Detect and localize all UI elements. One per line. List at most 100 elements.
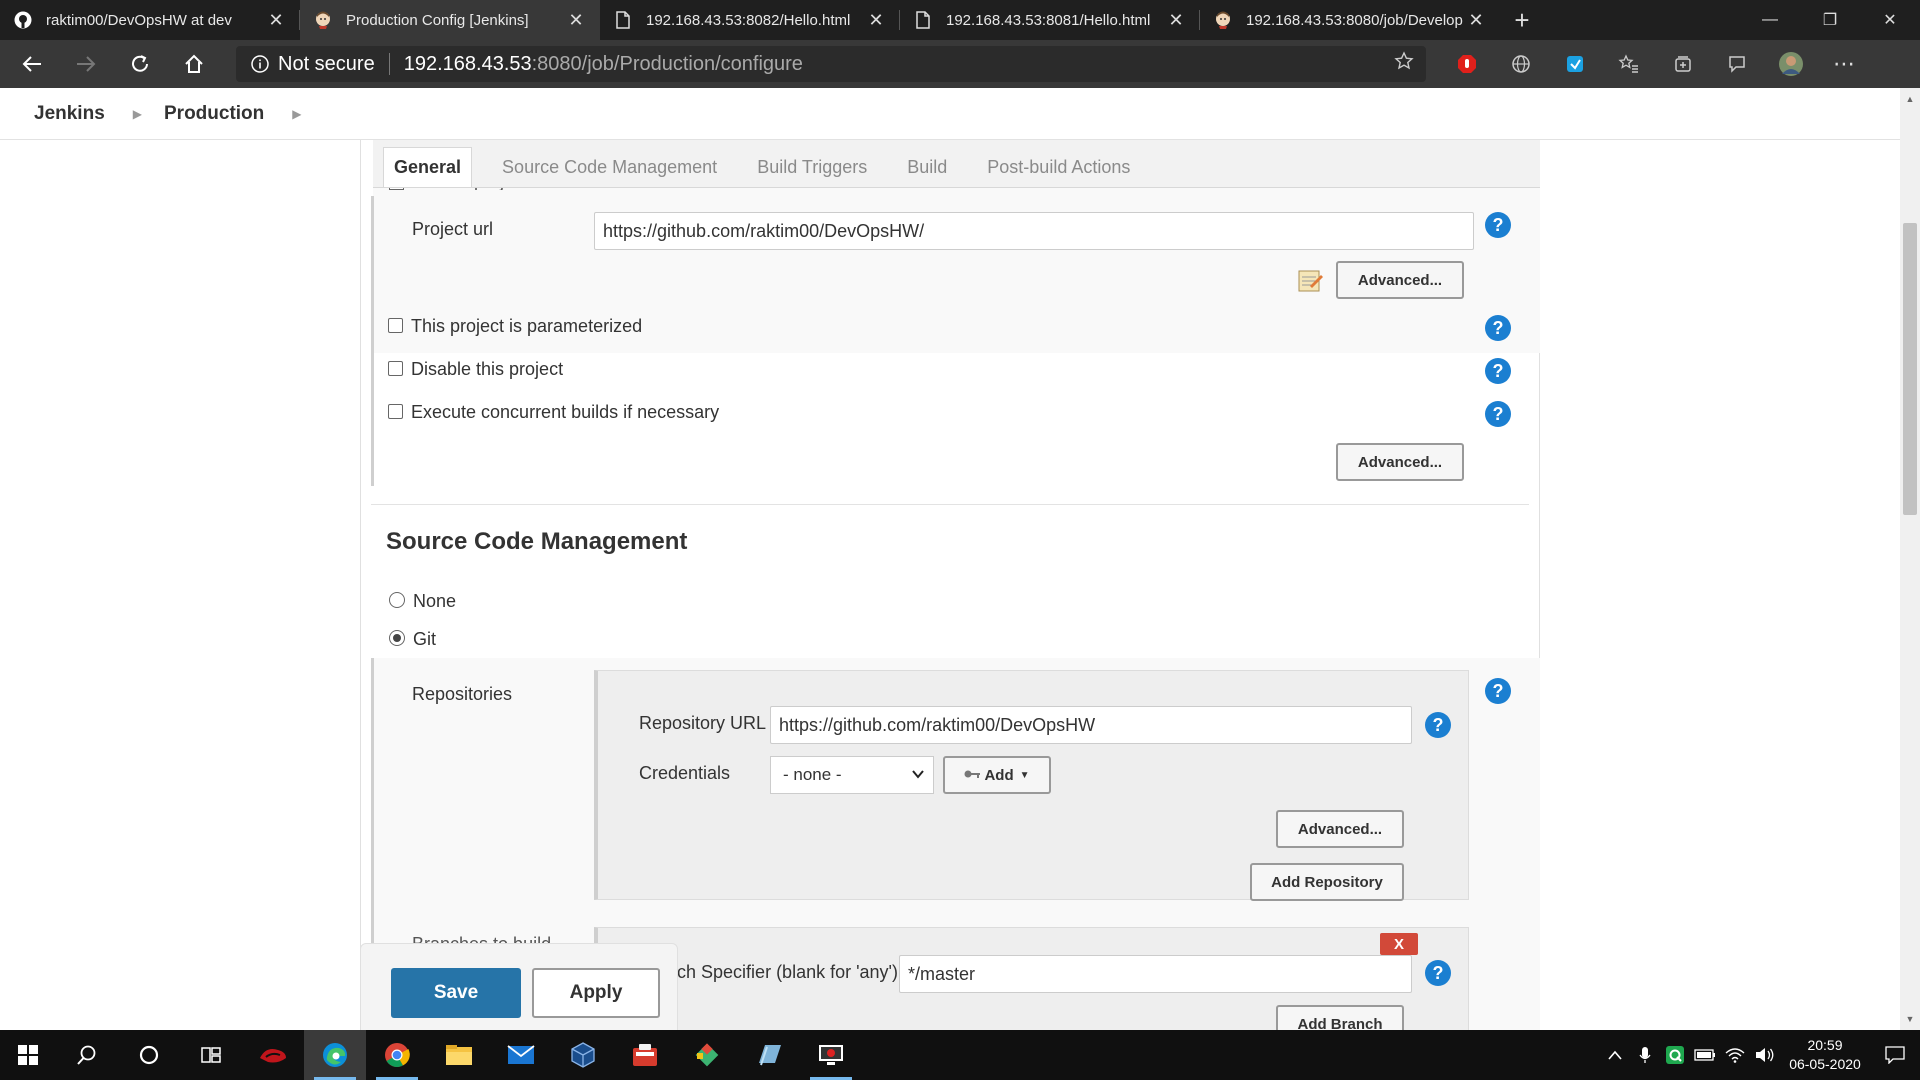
repository-url-input[interactable]: https://github.com/raktim00/DevOpsHW bbox=[770, 706, 1412, 744]
tab-post-build-actions[interactable]: Post-build Actions bbox=[967, 147, 1150, 187]
scm-git-radio[interactable] bbox=[389, 630, 405, 646]
game-app-icon[interactable] bbox=[242, 1030, 304, 1080]
breadcrumb-separator-icon[interactable]: ▶ bbox=[292, 107, 301, 121]
help-icon[interactable]: ? bbox=[1485, 358, 1511, 384]
credentials-select[interactable]: - none - bbox=[770, 756, 934, 794]
search-icon[interactable] bbox=[56, 1030, 118, 1080]
restore-icon[interactable]: ❐ bbox=[1800, 0, 1860, 40]
parameterized-checkbox[interactable] bbox=[388, 318, 403, 333]
chrome-icon[interactable] bbox=[366, 1030, 428, 1080]
notepad-icon[interactable] bbox=[1296, 266, 1324, 294]
close-icon[interactable]: ✕ bbox=[1166, 10, 1186, 31]
security-indicator[interactable]: Not secure bbox=[250, 53, 375, 76]
browser-tab-hello-8081[interactable]: 192.168.43.53:8081/Hello.html ✕ bbox=[900, 0, 1200, 40]
disable-project-checkbox[interactable] bbox=[388, 361, 403, 376]
breadcrumb-separator-icon[interactable]: ▶ bbox=[133, 107, 142, 121]
add-repository-button[interactable]: Add Repository bbox=[1250, 863, 1404, 901]
microphone-icon[interactable] bbox=[1630, 1046, 1660, 1064]
extension-icons: ⋯ bbox=[1440, 44, 1872, 84]
favorites-icon[interactable] bbox=[1602, 44, 1656, 84]
notifications-icon[interactable] bbox=[1870, 1046, 1920, 1064]
concurrent-builds-label[interactable]: Execute concurrent builds if necessary bbox=[411, 402, 719, 423]
project-url-input[interactable]: https://github.com/raktim00/DevOpsHW/ bbox=[594, 212, 1474, 250]
save-button[interactable]: Save bbox=[391, 968, 521, 1018]
close-window-icon[interactable]: ✕ bbox=[1860, 0, 1920, 40]
wifi-icon[interactable] bbox=[1720, 1047, 1750, 1063]
help-icon[interactable]: ? bbox=[1485, 401, 1511, 427]
globe-icon[interactable] bbox=[1494, 44, 1548, 84]
security-label: Not secure bbox=[278, 52, 375, 75]
scroll-up-icon[interactable]: ▲ bbox=[1900, 90, 1920, 108]
battery-icon[interactable] bbox=[1690, 1049, 1720, 1061]
breadcrumb: Jenkins ▶ Production ▶ bbox=[0, 88, 1900, 140]
feedback-icon[interactable] bbox=[1710, 44, 1764, 84]
collections-icon[interactable] bbox=[1656, 44, 1710, 84]
edge-browser-icon[interactable] bbox=[304, 1030, 366, 1080]
add-credentials-button[interactable]: Add ▼ bbox=[943, 756, 1051, 794]
git-icon[interactable] bbox=[676, 1030, 738, 1080]
scm-git-label[interactable]: Git bbox=[413, 629, 436, 650]
apply-button[interactable]: Apply bbox=[532, 968, 660, 1018]
file-explorer-icon[interactable] bbox=[428, 1030, 490, 1080]
tab-title: raktim00/DevOpsHW at dev bbox=[46, 11, 232, 29]
more-options-icon[interactable]: ⋯ bbox=[1818, 44, 1872, 84]
close-icon[interactable]: ✕ bbox=[266, 10, 286, 31]
add-branch-button[interactable]: Add Branch bbox=[1276, 1005, 1404, 1030]
advanced-button[interactable]: Advanced... bbox=[1336, 261, 1464, 299]
translate-extension-icon[interactable] bbox=[1548, 44, 1602, 84]
branch-specifier-input[interactable]: */master bbox=[899, 955, 1412, 993]
adblock-icon[interactable] bbox=[1440, 44, 1494, 84]
close-icon[interactable]: ✕ bbox=[566, 10, 586, 31]
scroll-down-icon[interactable]: ▼ bbox=[1900, 1010, 1920, 1028]
breadcrumb-production[interactable]: Production bbox=[164, 103, 264, 125]
window-controls: — ❐ ✕ bbox=[1740, 0, 1920, 40]
breadcrumb-jenkins[interactable]: Jenkins bbox=[34, 103, 105, 125]
tab-source-code-management[interactable]: Source Code Management bbox=[482, 147, 737, 187]
back-button[interactable] bbox=[10, 44, 54, 84]
help-icon[interactable]: ? bbox=[1485, 678, 1511, 704]
tab-build-triggers[interactable]: Build Triggers bbox=[737, 147, 887, 187]
scrollbar-thumb[interactable] bbox=[1903, 223, 1917, 515]
minimize-icon[interactable]: — bbox=[1740, 0, 1800, 40]
start-button[interactable] bbox=[0, 1030, 56, 1080]
quick-heal-icon[interactable] bbox=[1660, 1046, 1690, 1064]
address-bar[interactable]: Not secure 192.168.43.53:8080/job/Produc… bbox=[236, 46, 1426, 82]
advanced-button[interactable]: Advanced... bbox=[1336, 443, 1464, 481]
help-icon[interactable]: ? bbox=[1485, 315, 1511, 341]
close-icon[interactable]: ✕ bbox=[866, 10, 886, 31]
browser-tab-hello-8082[interactable]: 192.168.43.53:8082/Hello.html ✕ bbox=[600, 0, 900, 40]
home-button[interactable] bbox=[172, 44, 216, 84]
cortana-icon[interactable] bbox=[118, 1030, 180, 1080]
tab-build[interactable]: Build bbox=[887, 147, 967, 187]
new-tab-button[interactable]: + bbox=[1500, 0, 1544, 40]
jenkins-app-icon[interactable] bbox=[614, 1030, 676, 1080]
scm-none-radio[interactable] bbox=[389, 592, 405, 608]
refresh-button[interactable] bbox=[118, 44, 162, 84]
clock[interactable]: 20:59 06-05-2020 bbox=[1780, 1036, 1870, 1074]
notes-app-icon[interactable] bbox=[738, 1030, 800, 1080]
close-icon[interactable]: ✕ bbox=[1466, 10, 1486, 31]
virtualbox-icon[interactable] bbox=[552, 1030, 614, 1080]
browser-tab-jenkins-develop[interactable]: 192.168.43.53:8080/job/Develop ✕ bbox=[1200, 0, 1500, 40]
remote-desktop-icon[interactable] bbox=[800, 1030, 862, 1080]
forward-button[interactable] bbox=[64, 44, 108, 84]
avatar[interactable] bbox=[1764, 44, 1818, 84]
page-scrollbar[interactable]: ▲ ▼ bbox=[1900, 88, 1920, 1030]
concurrent-builds-checkbox[interactable] bbox=[388, 404, 403, 419]
delete-branch-button[interactable]: X bbox=[1380, 933, 1418, 955]
advanced-button[interactable]: Advanced... bbox=[1276, 810, 1404, 848]
browser-tab-jenkins-production[interactable]: Production Config [Jenkins] ✕ bbox=[300, 0, 600, 40]
mail-icon[interactable] bbox=[490, 1030, 552, 1080]
favorite-star-icon[interactable] bbox=[1394, 51, 1414, 77]
scm-none-label[interactable]: None bbox=[413, 591, 456, 612]
task-view-icon[interactable] bbox=[180, 1030, 242, 1080]
browser-tab-github[interactable]: raktim00/DevOpsHW at dev ✕ bbox=[0, 0, 300, 40]
disable-project-label[interactable]: Disable this project bbox=[411, 359, 563, 380]
volume-icon[interactable] bbox=[1750, 1047, 1780, 1063]
help-icon[interactable]: ? bbox=[1485, 212, 1511, 238]
help-icon[interactable]: ? bbox=[1425, 712, 1451, 738]
chevron-up-icon[interactable] bbox=[1600, 1050, 1630, 1060]
tab-general[interactable]: General bbox=[383, 147, 473, 187]
parameterized-label[interactable]: This project is parameterized bbox=[411, 316, 642, 337]
help-icon[interactable]: ? bbox=[1425, 960, 1451, 986]
